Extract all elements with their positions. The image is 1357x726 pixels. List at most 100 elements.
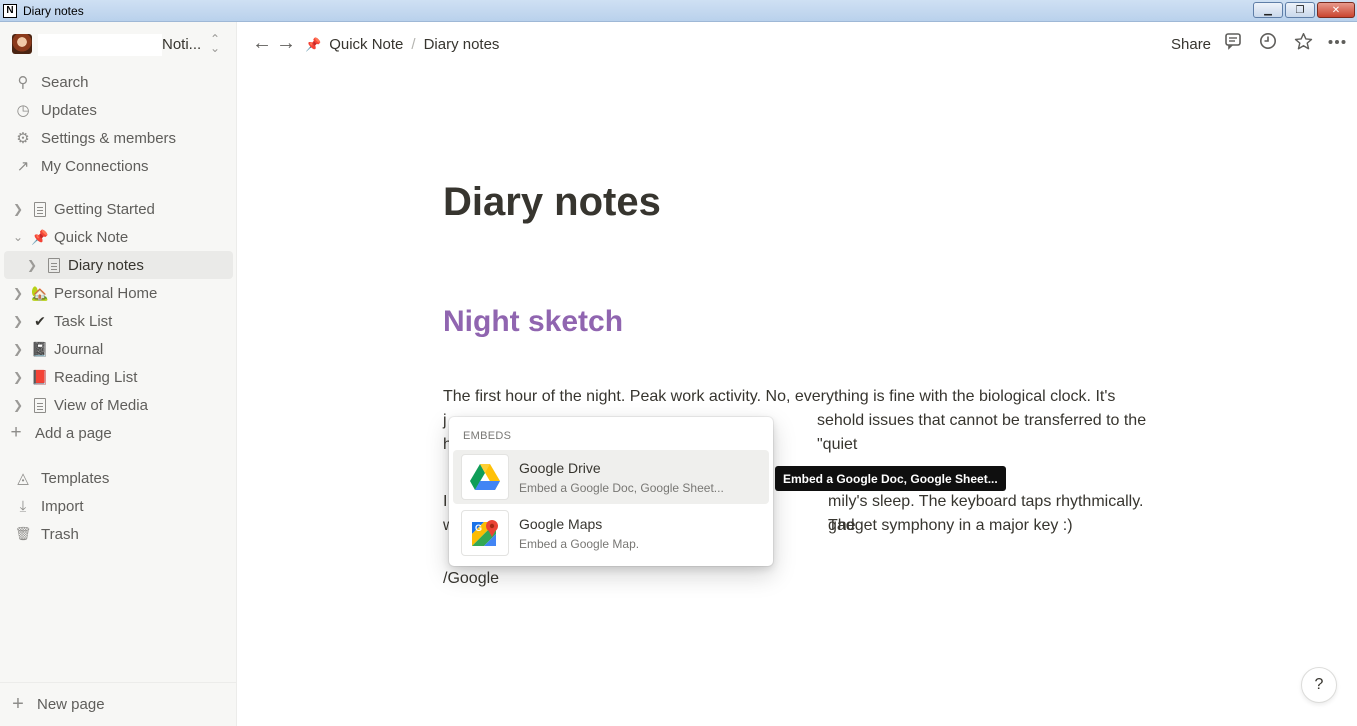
sidebar-page-task-list[interactable]: ❯ ✔ Task List: [4, 307, 233, 335]
sidebar-page-label: Getting Started: [54, 200, 155, 218]
star-icon[interactable]: [1291, 32, 1315, 56]
sidebar-item-trash[interactable]: 🗑 Trash: [4, 520, 233, 548]
restore-button[interactable]: ❐: [1285, 2, 1315, 18]
minimize-button[interactable]: ▁: [1253, 2, 1283, 18]
menu-item-google-drive[interactable]: Google Drive Embed a Google Doc, Google …: [453, 450, 769, 504]
search-icon: ⚲: [17, 74, 29, 91]
workspace-switcher[interactable]: Noti... ⌃ ⌄: [0, 32, 237, 58]
sidebar-item-settings[interactable]: ⚙ Settings & members: [4, 124, 233, 152]
notebook-icon: 📓: [31, 340, 49, 357]
chevron-up-down-icon: ⌃ ⌄: [210, 32, 221, 55]
pushpin-icon: 📌: [305, 36, 322, 52]
paragraph-2-line-2-end: gadget symphony in a major key :): [828, 517, 1073, 534]
workspace-name: Noti...: [162, 36, 202, 53]
share-button[interactable]: Share: [1171, 36, 1211, 53]
google-maps-icon: G: [461, 510, 509, 556]
new-page-button[interactable]: + New page: [0, 682, 236, 726]
sidebar-item-label: Search: [41, 73, 89, 91]
topbar: ← → 📌 Quick Note / Diary notes Share: [237, 22, 1357, 67]
menu-section-label: EMBEDS: [463, 430, 512, 442]
breadcrumb: 📌 Quick Note / Diary notes: [305, 36, 499, 53]
breadcrumb-item-diary-notes[interactable]: Diary notes: [424, 36, 500, 53]
slash-command-menu: EMBEDS Google Drive Embed a Google Doc, …: [449, 417, 773, 566]
menu-item-google-maps[interactable]: G Google Maps Embed a Google Map.: [453, 506, 769, 560]
gear-icon: ⚙: [16, 130, 30, 147]
page-title[interactable]: Diary notes: [443, 180, 661, 225]
checkmark-icon: ✔: [34, 312, 46, 329]
sidebar-item-import[interactable]: ⤓ Import: [4, 492, 233, 520]
paragraph-2-line-1-start: I: [443, 493, 448, 510]
window-title: Diary notes: [23, 3, 84, 18]
sidebar-page-label: Journal: [54, 340, 104, 358]
chevron-right-icon[interactable]: ❯: [10, 202, 26, 216]
sidebar-item-label: Trash: [41, 525, 79, 543]
sidebar-page-label: Quick Note: [54, 228, 129, 246]
sidebar-item-search[interactable]: ⚲ Search: [4, 68, 233, 96]
pushpin-icon: 📌: [31, 228, 49, 245]
chevron-right-icon[interactable]: ❯: [10, 370, 26, 384]
menu-item-description: Embed a Google Map.: [519, 537, 640, 551]
sidebar-page-reading-list[interactable]: ❯ 📕 Reading List: [4, 363, 233, 391]
sidebar-page-label: View of Media: [54, 396, 148, 414]
document-icon: [34, 202, 46, 218]
comment-icon[interactable]: [1221, 32, 1245, 56]
menu-item-name: Google Maps: [519, 516, 603, 532]
help-button[interactable]: ?: [1301, 667, 1337, 703]
paragraph-1-line-2-start: j: [443, 412, 447, 429]
chevron-right-icon[interactable]: ❯: [10, 286, 26, 300]
sidebar-item-label: Import: [41, 497, 84, 515]
breadcrumb-item-quick-note[interactable]: Quick Note: [329, 36, 403, 53]
chevron-down-icon[interactable]: ⌄: [10, 230, 26, 244]
add-page-button[interactable]: + Add a page: [4, 419, 233, 447]
window-controls: ▁ ❐ ✕: [1253, 2, 1355, 18]
plus-icon: +: [10, 422, 22, 443]
menu-item-name: Google Drive: [519, 460, 601, 476]
sidebar-page-quick-note[interactable]: ⌄ 📌 Quick Note: [4, 223, 233, 251]
close-button[interactable]: ✕: [1317, 2, 1355, 18]
sidebar-item-connections[interactable]: ↗ My Connections: [4, 152, 233, 180]
back-arrow-icon[interactable]: ←: [250, 32, 274, 55]
menu-item-description: Embed a Google Doc, Google Sheet...: [519, 481, 724, 495]
chevron-right-icon[interactable]: ❯: [10, 342, 26, 356]
svg-text:G: G: [475, 523, 482, 533]
forward-arrow-icon[interactable]: →: [274, 32, 298, 55]
add-page-label: Add a page: [35, 424, 112, 442]
history-clock-icon[interactable]: [1256, 32, 1280, 56]
document-icon: [48, 258, 60, 274]
sidebar-item-updates[interactable]: ◷ Updates: [4, 96, 233, 124]
sidebar-page-label: Task List: [54, 312, 113, 330]
clock-icon: ◷: [16, 102, 30, 119]
notion-app-icon: N: [3, 3, 17, 18]
sidebar-page-journal[interactable]: ❯ 📓 Journal: [4, 335, 233, 363]
chevron-right-icon[interactable]: ❯: [10, 314, 26, 328]
window-titlebar: N Diary notes ▁ ❐ ✕: [0, 0, 1357, 22]
document-edit-icon: [34, 398, 46, 414]
sidebar-item-label: Updates: [41, 101, 97, 119]
sidebar-page-label: Diary notes: [68, 256, 144, 274]
trash-icon: 🗑: [14, 526, 32, 541]
sidebar-page-personal-home[interactable]: ❯ 🏡 Personal Home: [4, 279, 233, 307]
house-icon: 🏡: [31, 284, 49, 301]
tooltip: Embed a Google Doc, Google Sheet...: [775, 466, 1006, 491]
chevron-right-icon[interactable]: ❯: [10, 398, 26, 412]
sidebar-item-label: Templates: [41, 469, 110, 487]
paragraph-1-line-1: The first hour of the night. Peak work a…: [443, 388, 1116, 405]
workspace-name-redacted: [38, 34, 162, 56]
sidebar: Noti... ⌃ ⌄ ⚲ Search ◷ Updates ⚙ Settings…: [0, 22, 237, 726]
more-options-icon[interactable]: [1325, 32, 1349, 56]
sidebar-item-label: My Connections: [41, 157, 149, 175]
breadcrumb-separator: /: [411, 36, 416, 53]
sidebar-page-view-of-media[interactable]: ❯ View of Media: [4, 391, 233, 419]
heading-night-sketch[interactable]: Night sketch: [443, 305, 623, 339]
download-icon: ⤓: [19, 497, 27, 515]
chevron-right-icon[interactable]: ❯: [24, 258, 40, 272]
sidebar-page-diary-notes[interactable]: ❯ Diary notes: [4, 251, 233, 279]
sidebar-item-templates[interactable]: ◬ Templates: [4, 464, 233, 492]
book-icon: 📕: [31, 368, 49, 385]
external-link-icon: ↗: [16, 158, 30, 175]
sidebar-page-label: Reading List: [54, 368, 138, 386]
slash-command-input[interactable]: /Google: [443, 570, 499, 588]
google-drive-icon: [461, 454, 509, 500]
sidebar-page-getting-started[interactable]: ❯ Getting Started: [4, 195, 233, 223]
sidebar-item-label: Settings & members: [41, 129, 177, 147]
